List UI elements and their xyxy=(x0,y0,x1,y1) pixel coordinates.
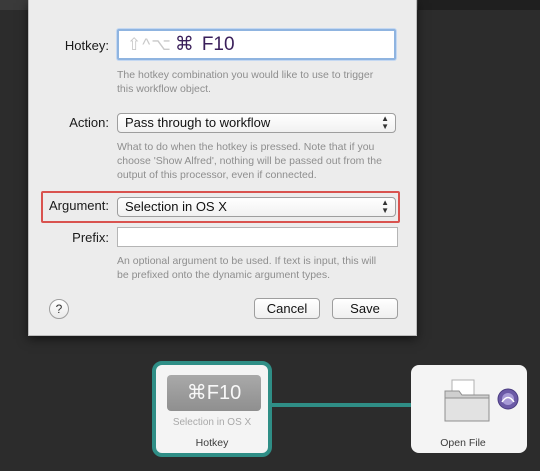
top-strip-right xyxy=(418,0,540,10)
action-select[interactable]: Pass through to workflow ▲ ▼ xyxy=(117,113,396,133)
action-label: Action: xyxy=(69,115,109,130)
open-file-node-title: Open File xyxy=(440,437,486,449)
hotkey-node-subtitle: Selection in OS X xyxy=(172,417,252,428)
action-select-value: Pass through to workflow xyxy=(125,115,271,130)
hotkey-field[interactable]: ⇧^⌥ ⌘ F10 xyxy=(117,29,396,60)
open-file-node[interactable]: Open File xyxy=(411,365,527,453)
hotkey-help-text: The hotkey combination you would like to… xyxy=(117,69,374,95)
alfred-hat-icon xyxy=(497,388,519,410)
hotkey-node-key: ⌘F10 xyxy=(167,375,261,411)
save-button[interactable]: Save xyxy=(332,298,398,319)
prefix-label: Prefix: xyxy=(72,230,109,245)
help-button[interactable]: ? xyxy=(49,299,69,319)
hotkey-modifiers: ⇧^⌥ xyxy=(127,34,172,54)
argument-select[interactable]: Selection in OS X ▲ ▼ xyxy=(117,197,396,217)
workflow-connection xyxy=(272,403,412,407)
argument-label: Argument: xyxy=(49,198,109,213)
action-help-text: What to do when the hotkey is pressed. N… xyxy=(117,141,382,181)
hotkey-key: F10 xyxy=(201,33,235,55)
hotkey-node[interactable]: ⌘F10 Selection in OS X Hotkey xyxy=(152,361,272,457)
hotkey-config-sheet: Hotkey: ⇧^⌥ ⌘ F10 The hotkey combination… xyxy=(28,0,417,336)
command-symbol: ⌘ xyxy=(174,34,194,55)
prefix-help-text: An optional argument to be used. If text… xyxy=(117,255,377,281)
select-arrows-icon: ▲ ▼ xyxy=(381,198,389,215)
folder-icon xyxy=(444,379,490,422)
argument-select-value: Selection in OS X xyxy=(125,199,227,214)
hotkey-label: Hotkey: xyxy=(64,38,109,53)
prefix-input[interactable] xyxy=(117,227,398,247)
cancel-button[interactable]: Cancel xyxy=(254,298,320,319)
select-arrows-icon: ▲ ▼ xyxy=(381,114,389,131)
hotkey-node-title: Hotkey xyxy=(195,437,229,449)
